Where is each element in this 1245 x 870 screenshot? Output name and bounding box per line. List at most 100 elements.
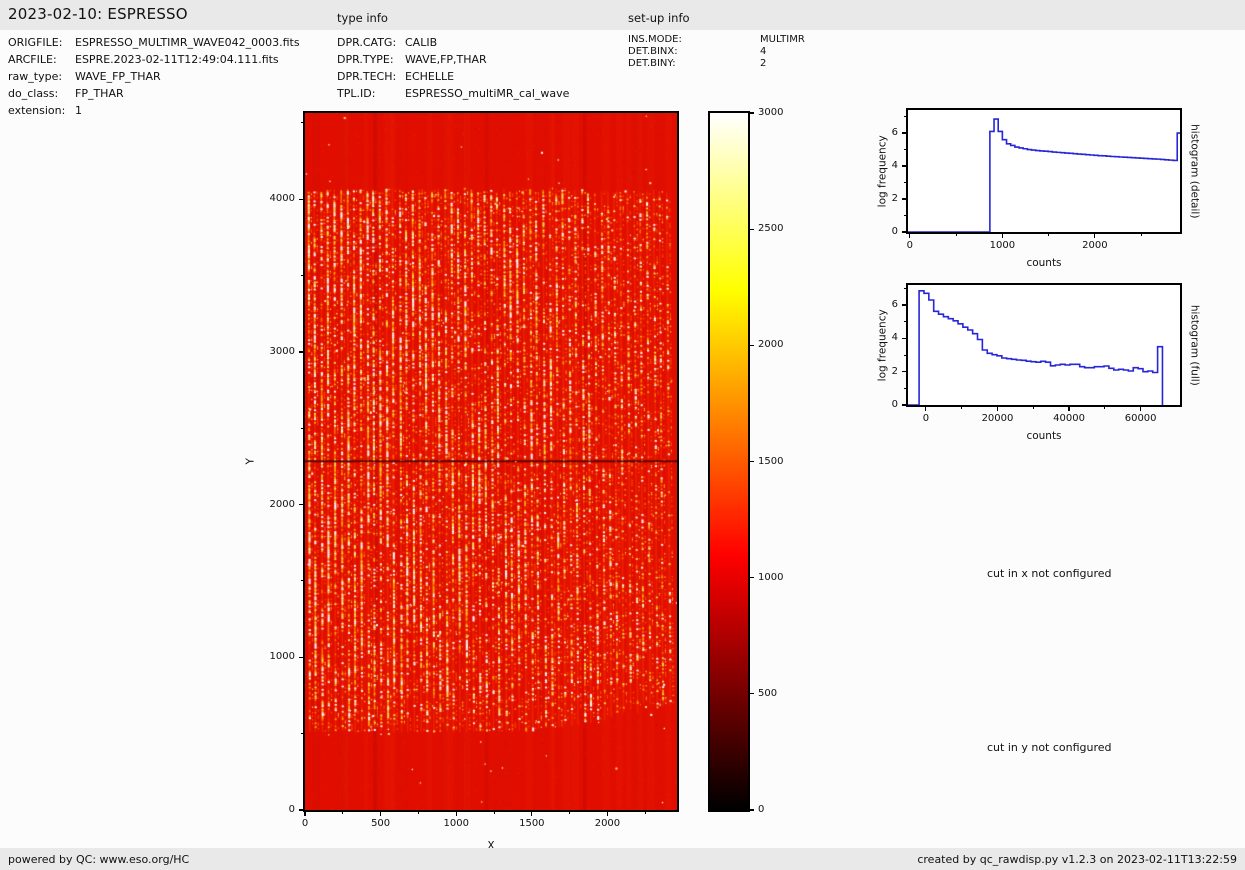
y-minor-tick (904, 149, 907, 151)
x-tick-label: 2000 (594, 818, 621, 829)
type_info-label: DPR.TECH: (337, 70, 397, 83)
y-tick (299, 351, 304, 353)
file_info-label: ORIGFILE: (8, 36, 63, 49)
x-tick-label: 500 (371, 818, 391, 829)
y-minor-tick (904, 387, 907, 389)
x-tick-label: 1000 (989, 240, 1016, 251)
setup-info-heading: set-up info (628, 11, 690, 25)
x-minor-tick (569, 811, 571, 814)
file_info-label: do_class: (8, 87, 59, 100)
file_info-value: WAVE_FP_THAR (75, 70, 161, 83)
x-tick (1068, 406, 1070, 411)
colorbar-tick-label: 500 (758, 687, 778, 699)
hist-side-label: histogram (full) (1188, 304, 1201, 386)
x-tick-label: 0 (922, 413, 930, 424)
x-tick (1140, 406, 1142, 411)
footer-powered-by: powered by QC: www.eso.org/HC (8, 853, 190, 866)
colorbar-tick (748, 693, 754, 695)
hist-logfreq-label: log frequency (876, 309, 889, 382)
raw-image-frame (303, 111, 679, 812)
y-tick (902, 198, 907, 200)
x-minor-tick (342, 811, 344, 814)
y-tick (902, 165, 907, 167)
y-minor-tick (301, 580, 304, 582)
colorbar (708, 111, 750, 812)
y-axis-label: Y (244, 458, 257, 465)
type_info-label: DPR.CATG: (337, 36, 397, 49)
colorbar-tick-label: 0 (758, 804, 765, 815)
x-minor-tick (493, 811, 495, 814)
x-minor-tick (961, 406, 963, 409)
file_info-label: raw_type: (8, 70, 63, 83)
setup_info-value: MULTIMR (760, 34, 805, 45)
y-minor-tick (904, 321, 907, 323)
y-tick (902, 132, 907, 134)
y-tick (299, 656, 304, 658)
x-minor-tick (417, 811, 419, 814)
type_info-value: WAVE,FP,THAR (405, 53, 487, 66)
setup_info-value: 2 (760, 58, 767, 69)
x-tick (531, 811, 533, 816)
y-tick-label: 0 (288, 804, 295, 815)
y-tick (299, 198, 304, 200)
y-minor-tick (301, 275, 304, 277)
type_info-label: DPR.TYPE: (337, 53, 394, 66)
y-minor-tick (301, 733, 304, 735)
hist-side-label: histogram (detail) (1188, 124, 1201, 219)
histogram-step-line (908, 118, 1180, 232)
x-tick-label: 1500 (519, 818, 545, 829)
x-tick-label: 2000 (1082, 240, 1108, 251)
x-tick-label: 1000 (443, 818, 469, 829)
x-tick-label: 60000 (1124, 413, 1157, 424)
x-tick (455, 811, 457, 816)
x-tick (996, 406, 999, 411)
y-minor-tick (904, 354, 907, 356)
file_info-value: FP_THAR (75, 87, 124, 100)
raw-image-canvas (305, 113, 677, 810)
setup_info-label: DET.BINX: (628, 46, 678, 57)
file_info-value: ESPRE.2023-02-11T12:49:04.111.fits (75, 53, 279, 66)
file_info-value: 1 (75, 104, 82, 117)
cut-y-message: cut in y not configured (987, 741, 1112, 754)
y-minor-tick (904, 116, 907, 118)
colorbar-tick (748, 344, 754, 346)
qc-report-page: { "header": { "title": "2023-02-10: ESPR… (0, 0, 1245, 870)
colorbar-tick-label: 1500 (758, 455, 784, 467)
setup_info-label: INS.MODE: (628, 34, 682, 45)
y-tick-label: 0 (891, 226, 898, 237)
type_info-value: ESPRESSO_multiMR_cal_wave (405, 87, 570, 100)
y-tick (299, 504, 304, 506)
x-tick (909, 233, 911, 238)
colorbar-tick (748, 228, 754, 230)
colorbar-tick (748, 809, 754, 811)
histogram-curve (908, 290, 1164, 405)
file_info-label: extension: (8, 104, 66, 117)
x-tick-label: 40000 (1053, 413, 1085, 424)
colorbar-tick (748, 460, 754, 463)
y-tick (902, 231, 907, 233)
y-minor-tick (904, 287, 907, 289)
colorbar-tick-label: 2000 (758, 339, 784, 351)
y-tick-label: 2000 (269, 498, 295, 510)
colorbar-tick (748, 577, 754, 579)
colorbar-tick-label: 1000 (758, 571, 784, 583)
file_info-label: ARCFILE: (8, 53, 57, 66)
colorbar-tick-label: 2500 (758, 223, 784, 235)
type-info-heading: type info (337, 11, 388, 25)
type_info-value: CALIB (405, 36, 438, 49)
type_info-label: TPL.ID: (337, 87, 376, 100)
x-tick (606, 811, 609, 816)
page-title: 2023-02-10: ESPRESSO (8, 5, 188, 23)
setup_info-value: 4 (760, 46, 767, 57)
x-minor-tick (955, 233, 957, 236)
x-tick-label: 20000 (981, 413, 1014, 424)
x-minor-tick (1048, 233, 1050, 236)
file_info-value: ESPRESSO_MULTIMR_WAVE042_0003.fits (75, 36, 300, 49)
x-minor-tick (1032, 406, 1034, 409)
x-tick-label: 0 (906, 240, 914, 251)
x-tick-label: 0 (301, 818, 309, 829)
hist-logfreq-label: log frequency (876, 135, 889, 208)
y-minor-tick (904, 182, 907, 184)
histogram-step-line (908, 290, 1164, 405)
y-minor-tick (301, 122, 304, 124)
